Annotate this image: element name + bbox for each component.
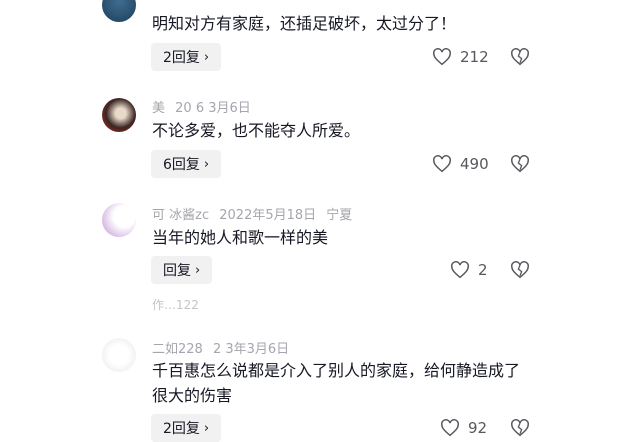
like-button[interactable]: 212 xyxy=(432,43,489,71)
reply-count-label: 2回复 xyxy=(163,421,200,437)
chevron-right-icon: › xyxy=(203,420,210,436)
broken-heart-icon xyxy=(511,48,529,66)
like-button[interactable]: 490 xyxy=(432,150,489,178)
comment-text: 千百惠怎么说都是介入了别人的家庭，给何静造成了很大的伤害 xyxy=(152,361,521,405)
avatar[interactable] xyxy=(102,338,136,372)
username[interactable]: 二如228 xyxy=(152,342,203,357)
avatar[interactable] xyxy=(102,0,136,22)
comment-location: 宁夏 xyxy=(326,208,353,223)
like-button[interactable]: 92 xyxy=(440,414,487,442)
avatar[interactable] xyxy=(102,98,136,132)
author-tag: 作…122 xyxy=(152,298,199,312)
heart-icon xyxy=(451,261,469,279)
reply-label: 回复 xyxy=(163,263,191,279)
like-count: 92 xyxy=(468,419,488,437)
view-replies-button[interactable]: 6回复 › xyxy=(151,150,222,178)
comment-text: 明知对方有家庭，还插足破坏，太过分了！ xyxy=(152,14,457,33)
reply-count-label: 6回复 xyxy=(163,157,200,173)
chevron-right-icon: › xyxy=(203,49,210,65)
comment-date: 2022年5月18日 xyxy=(219,208,317,223)
like-count: 2 xyxy=(478,261,488,279)
like-count: 490 xyxy=(460,155,489,173)
comment-date: 2 3年3月6日 xyxy=(212,342,290,357)
comment-text: 不论多爱，也不能夺人所爱。 xyxy=(152,121,361,140)
heart-icon xyxy=(441,419,459,437)
view-replies-button[interactable]: 2回复 › xyxy=(151,414,222,442)
reply-count-label: 2回复 xyxy=(163,50,200,66)
reply-button[interactable]: 回复 › xyxy=(151,256,213,284)
username[interactable]: 美 xyxy=(152,101,165,116)
dislike-button[interactable] xyxy=(510,43,530,71)
dislike-button[interactable] xyxy=(510,414,530,442)
username[interactable]: 可 冰酱zc xyxy=(152,208,209,223)
chevron-right-icon: › xyxy=(203,156,210,172)
comment-meta: 可 冰酱zc 2022年5月18日 宁夏 xyxy=(152,204,358,223)
broken-heart-icon xyxy=(511,155,529,173)
like-button[interactable]: 2 xyxy=(450,256,488,284)
view-replies-button[interactable]: 2回复 › xyxy=(151,43,222,71)
chevron-right-icon: › xyxy=(195,262,201,278)
comment-date: 20 6 3月6日 xyxy=(175,101,251,116)
broken-heart-icon xyxy=(511,261,529,279)
heart-icon xyxy=(433,48,451,66)
broken-heart-icon xyxy=(511,419,529,437)
avatar[interactable] xyxy=(102,203,136,237)
dislike-button[interactable] xyxy=(510,256,530,284)
like-count: 212 xyxy=(460,48,489,66)
comment-text: 当年的她人和歌一样的美 xyxy=(152,228,329,247)
dislike-button[interactable] xyxy=(510,150,530,178)
comment-meta: 二如228 2 3年3月6日 xyxy=(152,338,295,357)
comment-meta: 美 20 6 3月6日 xyxy=(152,97,257,116)
heart-icon xyxy=(433,155,451,173)
